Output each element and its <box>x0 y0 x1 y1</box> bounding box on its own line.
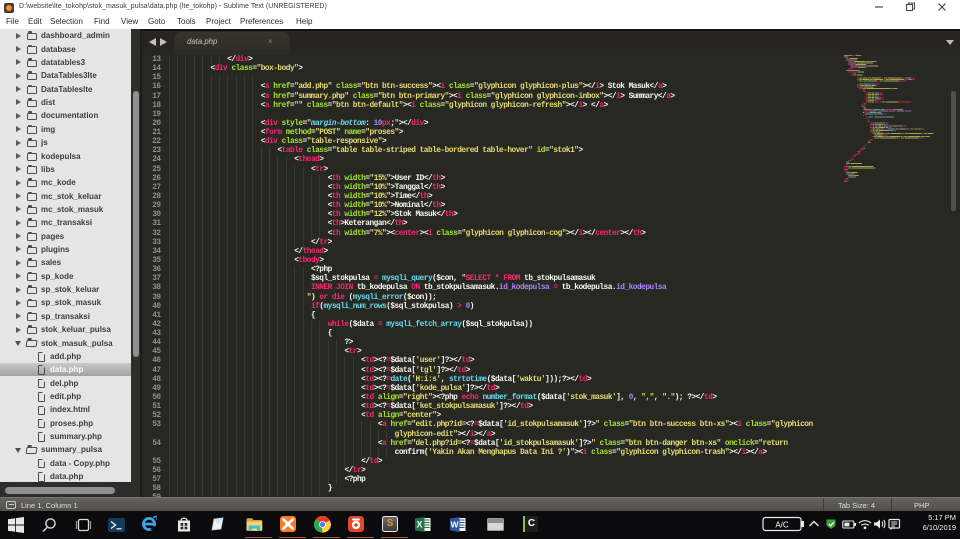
svg-text:X: X <box>416 519 422 529</box>
svg-text:W: W <box>450 519 459 529</box>
svg-text:A/C: A/C <box>775 521 789 530</box>
